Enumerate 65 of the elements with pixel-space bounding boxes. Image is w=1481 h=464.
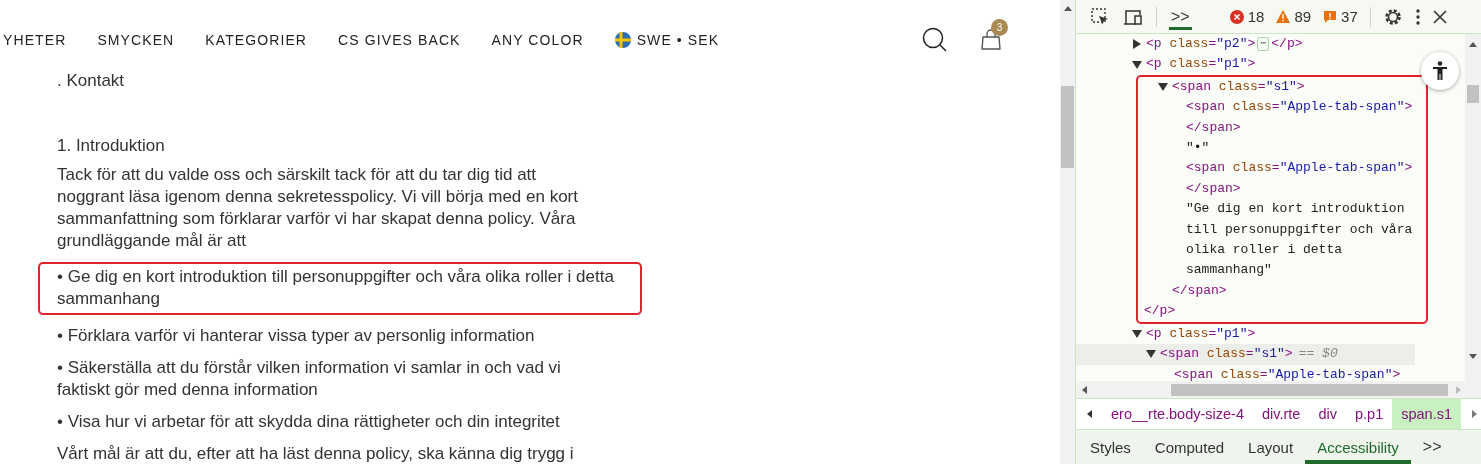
nav-link[interactable]: SMYCKEN	[97, 32, 175, 48]
paragraph: • Ge dig en kort introduktion till personuppgifter och våra olika roller i detta sammanhang	[38, 262, 642, 315]
accessibility-button[interactable]	[1421, 52, 1459, 90]
issues-count[interactable]: 37	[1323, 8, 1358, 25]
element-tag[interactable]: <p class="p1">	[1146, 54, 1256, 75]
breadcrumb[interactable]: span.s1	[1392, 399, 1461, 429]
panel-tab[interactable]: Accessibility	[1305, 434, 1411, 464]
cart-count-badge: 3	[991, 19, 1008, 36]
paragraph: • Säkerställa att du förstår vilken information vi samlar in och vad vi faktiskt gör med denna information	[57, 357, 562, 401]
paragraph: Tack för att du valde oss och särskilt tack för att du tar dig tid att noggrant läsa igenom denna sekretesspolicy. Vi vill börja med en kort sammanfattning som förklarar varför vi har skapat denna policy. Våra grundläggande mål är att	[57, 164, 579, 252]
closing-tag[interactable]: </span>	[1186, 117, 1241, 139]
closing-tag[interactable]: </p>	[1271, 34, 1303, 55]
element-tag[interactable]: <span class="s1">	[1172, 76, 1305, 98]
issue-icon	[1323, 9, 1338, 24]
panel-tab[interactable]: Styles	[1078, 434, 1143, 464]
region-selector[interactable]: SWE • SEK	[614, 32, 720, 48]
more-tabs-button[interactable]: >>	[1410, 434, 1454, 464]
closing-tag[interactable]: </span>	[1172, 280, 1227, 302]
breadcrumb[interactable]: div	[1309, 399, 1346, 429]
more-options-icon[interactable]	[1414, 7, 1421, 26]
nav-link[interactable]: CS GIVES BACK	[338, 32, 461, 48]
collapsed-badge[interactable]: ⋯	[1257, 37, 1270, 52]
flag-icon	[614, 32, 631, 48]
closing-tag[interactable]: </p>	[1144, 301, 1176, 322]
element-tag[interactable]: <p class="p2">	[1146, 34, 1256, 55]
person-icon	[1432, 61, 1448, 81]
expand-triangle-icon[interactable]	[1146, 350, 1156, 359]
element-tag[interactable]: <p class="p1">	[1146, 323, 1256, 345]
warning-icon	[1276, 10, 1291, 23]
section-heading: 1. Introduktion	[57, 136, 166, 156]
element-tag[interactable]: <span class="s1">	[1160, 344, 1293, 365]
nav-link[interactable]: KATEGORIER	[205, 32, 308, 48]
expand-triangle-icon[interactable]	[1133, 39, 1141, 50]
inspect-element-icon[interactable]	[1090, 6, 1110, 27]
selected-marker: == $0	[1298, 345, 1338, 364]
text-node[interactable]: "Ge dig en kort introduktion till personuppgifter och våra olika roller i detta sammanhang"	[1186, 199, 1416, 281]
page-scrollbar[interactable]	[1060, 0, 1075, 464]
panel-tab[interactable]: Layout	[1236, 434, 1306, 464]
text-node[interactable]: "•"	[1186, 138, 1416, 159]
expand-triangle-icon[interactable]	[1132, 60, 1142, 69]
search-icon[interactable]	[922, 27, 948, 53]
breadcrumb[interactable]: p.p1	[1345, 399, 1393, 429]
paragraph: • Visa hur vi arbetar för att skydda dina rättigheter och din integritet	[57, 411, 561, 433]
element-tag[interactable]: <span class="Apple-tab-span">	[1186, 158, 1413, 179]
error-icon	[1229, 9, 1244, 24]
paragraph: . Kontakt	[57, 70, 126, 92]
shopping-bag-icon[interactable]	[980, 29, 1002, 51]
nav-link[interactable]: ANY COLOR	[491, 32, 584, 48]
nav-link[interactable]: YHETER	[3, 32, 67, 48]
element-tag[interactable]: <span class="Apple-tab-span">	[1186, 97, 1413, 118]
paragraph: Vårt mål är att du, efter att ha läst denna policy, ska känna dig trygg i	[57, 443, 575, 464]
panel-tab[interactable]: Computed	[1142, 434, 1237, 464]
horizontal-scrollbar[interactable]	[1076, 381, 1481, 398]
expand-triangle-icon[interactable]	[1158, 83, 1168, 91]
closing-tag[interactable]: </span>	[1186, 178, 1241, 200]
close-icon[interactable]	[1432, 9, 1447, 24]
warning-count[interactable]: 89	[1276, 8, 1312, 25]
tree-scrollbar[interactable]	[1465, 34, 1481, 381]
breadcrumb[interactable]: ero__rte.body-size-4	[1102, 399, 1253, 429]
settings-icon[interactable]	[1382, 6, 1403, 27]
error-count[interactable]: 18	[1229, 8, 1265, 25]
breadcrumb[interactable]: div.rte	[1253, 399, 1310, 429]
more-tabs-button[interactable]: >>	[1169, 3, 1192, 30]
element-tag[interactable]: <span class="Apple-tab-span">	[1174, 364, 1401, 381]
paragraph: • Förklara varför vi hanterar vissa typer av personlig information	[57, 325, 536, 347]
